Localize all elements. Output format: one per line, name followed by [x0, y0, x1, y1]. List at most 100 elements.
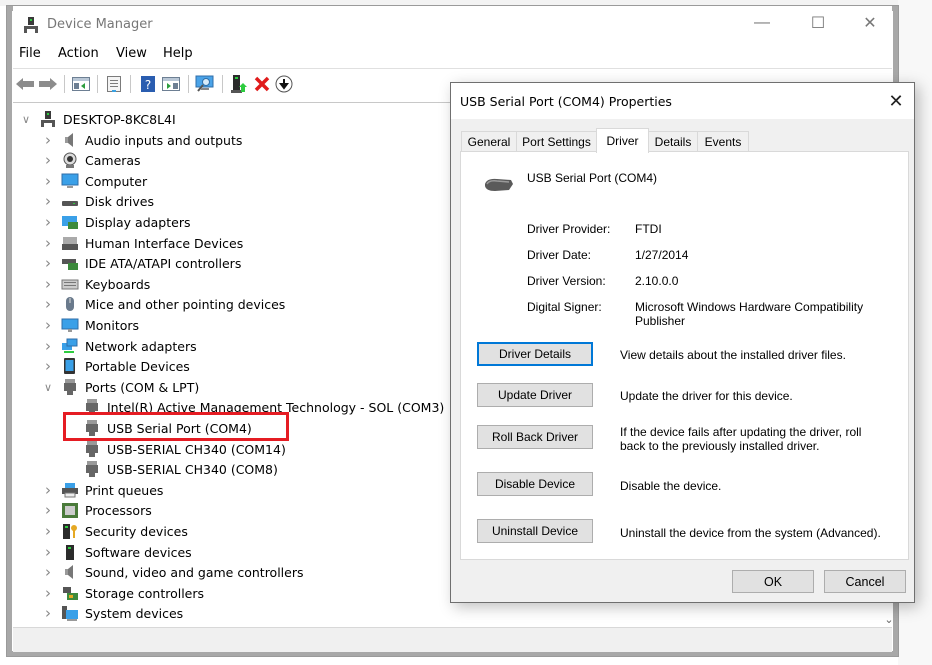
tree-item-label: Disk drives: [85, 193, 154, 209]
tree-category[interactable]: › Software devices: [41, 542, 192, 562]
uninstall-device-button[interactable]: [252, 74, 272, 94]
tree-category[interactable]: › Portable Devices: [41, 356, 190, 376]
port-icon: [86, 461, 98, 477]
chevron-right-icon[interactable]: ›: [41, 172, 55, 190]
chevron-right-icon[interactable]: ›: [41, 151, 55, 169]
menu-file[interactable]: File: [19, 46, 41, 61]
disable-device-button[interactable]: [274, 74, 294, 94]
minimize-button[interactable]: —: [739, 10, 785, 36]
tree-device[interactable]: USB-SERIAL CH340 (COM14): [77, 439, 286, 459]
chevron-right-icon[interactable]: ›: [41, 337, 55, 355]
chevron-right-icon[interactable]: ›: [41, 584, 55, 602]
tree-category[interactable]: › Monitors: [41, 315, 139, 335]
tree-category[interactable]: ∨ Ports (COM & LPT): [41, 377, 199, 397]
tree-category[interactable]: › System devices: [41, 603, 183, 623]
scan-hardware-button[interactable]: [195, 74, 215, 94]
chevron-right-icon[interactable]: ›: [41, 522, 55, 540]
printer-icon: [62, 483, 78, 498]
tab-details[interactable]: Details: [648, 131, 698, 152]
chevron-right-icon[interactable]: ›: [41, 563, 55, 581]
menu-action[interactable]: Action: [58, 46, 99, 61]
tree-category[interactable]: › Network adapters: [41, 336, 197, 356]
close-button[interactable]: ✕: [847, 10, 893, 36]
chevron-right-icon[interactable]: ›: [41, 604, 55, 622]
chevron-down-icon[interactable]: ∨: [19, 113, 33, 126]
show-hide-console-tree-button[interactable]: [71, 74, 91, 94]
scroll-down-arrow[interactable]: ⌄: [881, 611, 897, 627]
tree-item-label: Storage controllers: [85, 585, 205, 601]
tree-item-label: Monitors: [85, 317, 140, 333]
tree-item-label: Sound, video and game controllers: [85, 564, 304, 580]
tree-item-label: System devices: [85, 605, 184, 621]
tree-device[interactable]: USB-SERIAL CH340 (COM8): [77, 459, 278, 479]
tree-item-label: DESKTOP-8KC8L4I: [63, 111, 176, 127]
chevron-right-icon[interactable]: ›: [41, 213, 55, 231]
tab-general[interactable]: General: [461, 131, 517, 152]
uninstall-device-button[interactable]: Uninstall Device: [477, 519, 593, 543]
menu-help[interactable]: Help: [163, 46, 193, 61]
tree-category[interactable]: › Storage controllers: [41, 583, 204, 603]
tree-category[interactable]: › Mice and other pointing devices: [41, 294, 285, 314]
update-driver-button[interactable]: Update Driver: [477, 383, 593, 407]
driver-details-description: View details about the installed driver …: [620, 348, 846, 362]
properties-button[interactable]: [104, 74, 124, 94]
help-button[interactable]: ?: [138, 74, 158, 94]
menu-view[interactable]: View: [116, 46, 147, 61]
tree-category[interactable]: › Keyboards: [41, 274, 150, 294]
chevron-right-icon[interactable]: ›: [41, 501, 55, 519]
back-button[interactable]: [15, 74, 35, 94]
tree-category[interactable]: › Display adapters: [41, 212, 190, 232]
tab-label: Port Settings: [522, 135, 591, 149]
chevron-right-icon[interactable]: ›: [41, 295, 55, 313]
tree-root[interactable]: ∨ DESKTOP-8KC8L4I: [19, 109, 176, 129]
chevron-right-icon[interactable]: ›: [41, 316, 55, 334]
close-icon: ✕: [863, 15, 877, 32]
tree-item-label: Cameras: [85, 152, 141, 168]
driver-date-value: 1/27/2014: [635, 248, 689, 262]
security-device-icon: [63, 524, 77, 539]
chevron-right-icon[interactable]: ›: [41, 275, 55, 293]
tree-category[interactable]: › Print queues: [41, 480, 163, 500]
tree-category[interactable]: › Security devices: [41, 521, 188, 541]
chevron-right-icon[interactable]: ›: [41, 254, 55, 272]
roll-back-driver-button[interactable]: Roll Back Driver: [477, 425, 593, 449]
cancel-button[interactable]: Cancel: [824, 570, 906, 593]
tree-category[interactable]: › Cameras: [41, 150, 141, 170]
chevron-right-icon[interactable]: ›: [41, 192, 55, 210]
tree-item-label: Security devices: [85, 523, 188, 539]
tree-category[interactable]: › Processors: [41, 500, 152, 520]
button-label: OK: [763, 574, 783, 589]
disable-device-button[interactable]: Disable Device: [477, 472, 593, 496]
chevron-right-icon[interactable]: ›: [41, 543, 55, 561]
disable-device-description: Disable the device.: [620, 479, 722, 493]
driver-details-button[interactable]: Driver Details: [477, 342, 593, 366]
update-driver-button[interactable]: [229, 74, 249, 94]
ok-button[interactable]: OK: [732, 570, 814, 593]
driver-version-label: Driver Version:: [527, 274, 606, 288]
tab-driver[interactable]: Driver: [596, 128, 649, 153]
toolbar-separator: [222, 75, 223, 93]
chevron-right-icon[interactable]: ›: [41, 481, 55, 499]
show-hide-action-pane-button[interactable]: [161, 74, 181, 94]
action-pane-icon: [162, 77, 180, 91]
maximize-button[interactable]: ☐: [795, 10, 841, 36]
chevron-right-icon[interactable]: ›: [41, 131, 55, 149]
tree-item-label: Network adapters: [85, 338, 197, 354]
tree-category[interactable]: › Human Interface Devices: [41, 233, 243, 253]
tree-category[interactable]: › Audio inputs and outputs: [41, 130, 242, 150]
tree-category[interactable]: › Computer: [41, 171, 147, 191]
computer-icon: [61, 173, 79, 188]
digital-signer-value: Microsoft Windows Hardware Compatibility…: [635, 300, 864, 328]
tree-category[interactable]: › Disk drives: [41, 191, 154, 211]
tree-category[interactable]: › IDE ATA/ATAPI controllers: [41, 253, 241, 273]
tab-port-settings[interactable]: Port Settings: [516, 131, 597, 152]
scan-hardware-icon: [195, 75, 214, 92]
tree-category[interactable]: › Sound, video and game controllers: [41, 562, 304, 582]
chevron-right-icon[interactable]: ›: [41, 234, 55, 252]
tab-events[interactable]: Events: [697, 131, 749, 152]
chevron-right-icon[interactable]: ›: [41, 357, 55, 375]
forward-button[interactable]: [38, 74, 58, 94]
help-icon: ?: [141, 76, 155, 92]
chevron-down-icon[interactable]: ∨: [41, 381, 55, 394]
dialog-close-button[interactable]: ✕: [884, 89, 908, 113]
